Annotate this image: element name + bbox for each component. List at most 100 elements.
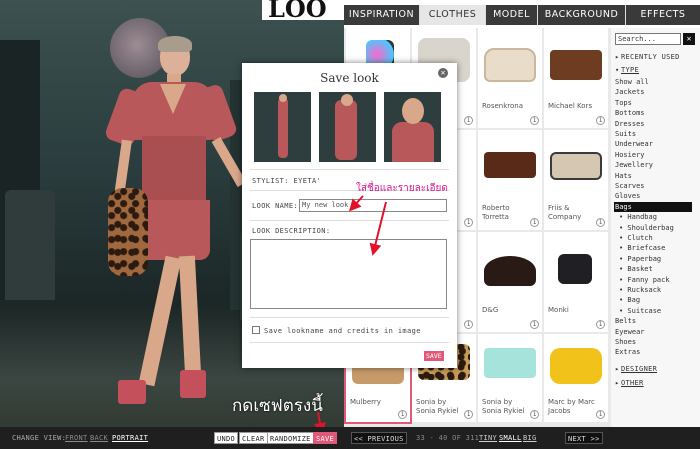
type-item-jewellery[interactable]: Jewellery <box>615 160 653 170</box>
product-brand: Rosenkrona <box>482 102 524 110</box>
type-item-underwear[interactable]: Underwear <box>615 139 653 149</box>
dialog-title: Save look <box>320 71 379 85</box>
type-item-tops[interactable]: Tops <box>615 98 632 108</box>
section-recently-used[interactable]: ▸RECENTLY USED <box>615 53 680 61</box>
type-item-gloves[interactable]: Gloves <box>615 191 640 201</box>
type-item-dresses[interactable]: Dresses <box>615 119 645 129</box>
section-type[interactable]: ▾TYPE <box>615 66 639 74</box>
search-input[interactable]: Search... <box>615 33 681 45</box>
type-item-shoes[interactable]: Shoes <box>615 337 636 347</box>
product-cell[interactable]: Marc by Marc Jacobs 1 <box>544 334 608 422</box>
type-item-hosiery[interactable]: Hosiery <box>615 150 645 160</box>
divider <box>250 220 449 221</box>
size-tiny-link[interactable]: TINY <box>479 434 497 442</box>
subtype-item[interactable]: • Rucksack <box>619 285 661 295</box>
product-brand: Mulberry <box>350 398 381 406</box>
save-look-dialog: Save look ✕ STYLIST: EYETA' LOOK NAME: M… <box>242 63 457 368</box>
fill-details-annotation: ใส่ชื่อและรายละเอียด <box>356 183 448 194</box>
product-brand: Roberto Torretta <box>482 204 510 221</box>
search-clear-icon[interactable]: ✕ <box>683 33 695 45</box>
look-thumbnail-full[interactable] <box>254 92 311 162</box>
type-item-belts[interactable]: Belts <box>615 316 636 326</box>
count-badge: 1 <box>464 410 473 419</box>
page-range-text: 33 - 40 OF 311 <box>416 434 480 442</box>
product-cell[interactable]: Michael Kors 1 <box>544 28 608 128</box>
subtype-item[interactable]: • Briefcase <box>619 243 665 253</box>
look-description-label: LOOK DESCRIPTION: <box>252 227 331 235</box>
save-credits-checkbox[interactable] <box>252 326 260 334</box>
view-back-link[interactable]: BACK <box>90 434 108 442</box>
count-badge: 1 <box>398 410 407 419</box>
look-name-label: LOOK NAME: <box>252 202 299 210</box>
bottom-toolbar: CHANGE VIEW: FRONT BACK PORTRAIT UNDO CL… <box>0 427 700 449</box>
size-big-link[interactable]: BIG <box>523 434 537 442</box>
look-name-input[interactable]: My new look <box>299 199 447 212</box>
category-tabs: INSPIRATION CLOTHES MODEL BACKGROUND EFF… <box>344 5 700 25</box>
filter-sidebar: Search... ✕ ▸RECENTLY USED ▾TYPE Show al… <box>611 28 700 427</box>
type-item-eyewear[interactable]: Eyewear <box>615 327 645 337</box>
close-icon[interactable]: ✕ <box>438 68 448 78</box>
previous-page-button[interactable]: << PREVIOUS <box>351 432 407 444</box>
subtype-item[interactable]: • Basket <box>619 264 653 274</box>
tab-effects[interactable]: EFFECTS <box>626 5 700 25</box>
tab-inspiration[interactable]: INSPIRATION <box>344 5 420 25</box>
size-small-link[interactable]: SMALL <box>499 434 522 442</box>
subtype-item[interactable]: • Paperbag <box>619 254 661 264</box>
subtype-item[interactable]: • Fanny pack <box>619 275 670 285</box>
view-portrait-link[interactable]: PORTRAIT <box>112 434 148 442</box>
count-badge: 1 <box>530 116 539 125</box>
type-item-bottoms[interactable]: Bottoms <box>615 108 645 118</box>
product-cell[interactable]: Friis & Company 1 <box>544 130 608 230</box>
look-description-textarea[interactable] <box>250 239 447 309</box>
tab-background[interactable]: BACKGROUND <box>538 5 626 25</box>
next-page-button[interactable]: NEXT >> <box>565 432 603 444</box>
product-image <box>484 152 536 178</box>
section-designer[interactable]: ▸DESIGNER <box>615 365 657 373</box>
count-badge: 1 <box>530 218 539 227</box>
subtype-item[interactable]: • Shoulderbag <box>619 223 674 233</box>
dialog-save-button[interactable]: SAVE <box>424 351 444 361</box>
count-badge: 1 <box>596 218 605 227</box>
type-item-jackets[interactable]: Jackets <box>615 87 645 97</box>
subtype-item[interactable]: • Clutch <box>619 233 653 243</box>
change-view-label: CHANGE VIEW: <box>12 434 67 442</box>
divider <box>250 342 449 343</box>
product-cell[interactable]: Roberto Torretta 1 <box>478 130 542 230</box>
product-brand: D&G <box>482 306 499 314</box>
type-item-bags[interactable]: Bags <box>614 201 692 212</box>
subtype-item[interactable]: • Handbag <box>619 212 657 222</box>
view-front-link[interactable]: FRONT <box>65 434 88 442</box>
product-brand: Friis & Company <box>548 204 582 221</box>
type-item-extras[interactable]: Extras <box>615 347 640 357</box>
product-image <box>484 256 536 286</box>
section-other[interactable]: ▸OTHER <box>615 379 644 387</box>
count-badge: 1 <box>464 218 473 227</box>
type-item-hats[interactable]: Hats <box>615 171 632 181</box>
type-item-scarves[interactable]: Scarves <box>615 181 645 191</box>
checkbox-label: Save lookname and credits in image <box>264 327 421 335</box>
type-item-show-all[interactable]: Show all <box>615 77 649 87</box>
product-brand: Sonia by Sonia Rykiel <box>482 398 525 415</box>
product-cell[interactable]: Sonia by Sonia Rykiel 1 <box>478 334 542 422</box>
randomize-button[interactable]: RANDOMIZE <box>267 432 314 444</box>
product-cell[interactable]: Rosenkrona 1 <box>478 28 542 128</box>
subtype-item[interactable]: • Suitcase <box>619 306 661 316</box>
type-item-suits[interactable]: Suits <box>615 129 636 139</box>
stylist-label: STYLIST: EYETA' <box>252 177 322 185</box>
tab-model[interactable]: MODEL <box>486 5 538 25</box>
subtype-item[interactable]: • Bag <box>619 295 640 305</box>
count-badge: 1 <box>596 410 605 419</box>
clear-button[interactable]: CLEAR <box>239 432 268 444</box>
look-thumbnail-mid[interactable] <box>319 92 376 162</box>
product-image <box>550 50 602 80</box>
tab-clothes[interactable]: CLOTHES <box>420 5 486 25</box>
product-image <box>484 48 536 82</box>
product-cell[interactable]: D&G 1 <box>478 232 542 332</box>
save-button[interactable]: SAVE <box>313 432 338 444</box>
product-brand: Michael Kors <box>548 102 593 110</box>
divider <box>250 169 449 170</box>
product-cell[interactable]: Monki 1 <box>544 232 608 332</box>
undo-button[interactable]: UNDO <box>214 432 239 444</box>
look-thumbnail-portrait[interactable] <box>384 92 441 162</box>
save-annotation-text: กดเซฟตรงนี้ <box>232 396 323 416</box>
